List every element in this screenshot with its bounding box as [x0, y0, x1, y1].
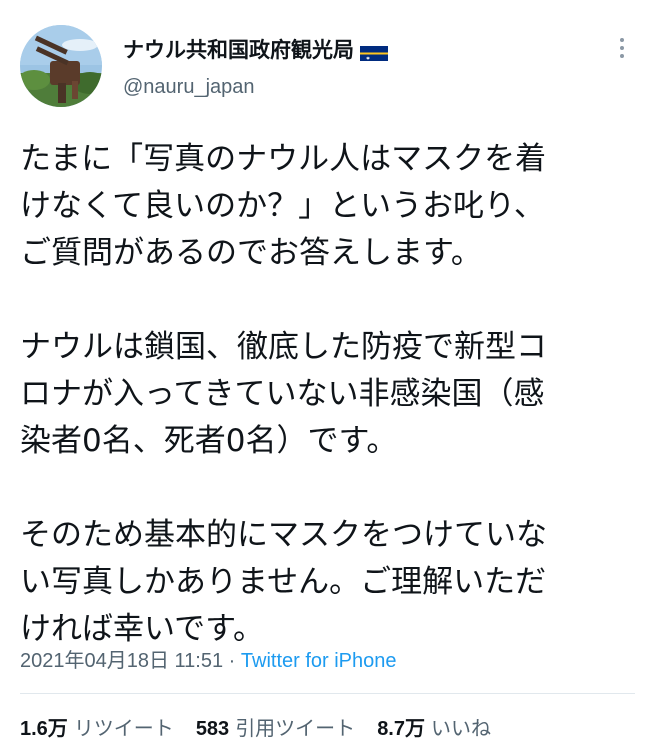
more-options-icon[interactable] [610, 38, 634, 66]
tweet-line: い写真しかありません。ご理解いただ [20, 564, 547, 600]
tweet-line: ご質問があるのでお答えします。 [20, 235, 482, 271]
likes-label: いいね [431, 716, 491, 740]
quotes-count: 583 [195, 718, 230, 740]
quotes-label: 引用ツイート [235, 716, 356, 740]
likes-count: 8.7万 [377, 718, 425, 740]
engagement-stats: 1.6万 リツイート 583 引用ツイート 8.7万 いいね [20, 712, 513, 741]
display-name-text: ナウル共和国政府観光局 [123, 38, 354, 62]
tweet-text: たまに「写真のナウル人はマスクを着 けなくて良いのか？」というお叱り、 ご質問が… [20, 136, 635, 653]
user-handle[interactable]: @nauru_japan [123, 76, 255, 99]
timestamp[interactable]: 2021年04月18日 11:51 [20, 650, 223, 672]
tweet-line: ロナが入ってきていない非感染国（感 [20, 376, 545, 412]
tweet-line: けなくて良いのか？」というお叱り、 [20, 188, 545, 224]
tweet-line: たまに「写真のナウル人はマスクを着 [20, 141, 547, 177]
avatar[interactable] [20, 25, 102, 107]
divider [20, 693, 635, 694]
retweets-label: リツイート [73, 716, 174, 740]
tweet-meta: 2021年04月18日 11:51 · Twitter for iPhone [20, 644, 397, 673]
nauru-flag-icon [360, 42, 388, 61]
tweet-line: そのため基本的にマスクをつけていな [20, 517, 547, 553]
source-link[interactable]: Twitter for iPhone [241, 650, 397, 672]
likes-stat[interactable]: 8.7万 いいね [377, 712, 491, 741]
retweets-stat[interactable]: 1.6万 リツイート [20, 712, 174, 741]
display-name[interactable]: ナウル共和国政府観光局 [123, 34, 388, 64]
tweet-line: ナウルは鎖国、徹底した防疫で新型コ [20, 329, 547, 365]
retweets-count: 1.6万 [20, 718, 68, 740]
avatar-photo-icon [20, 25, 102, 107]
tweet-card: ナウル共和国政府観光局 @nauru_japan たまに「写真のナウル人はマスク… [0, 0, 655, 753]
quotes-stat[interactable]: 583 引用ツイート [196, 712, 355, 741]
meta-separator: · [223, 650, 241, 672]
tweet-line: 染者0名、死者0名）です。 [20, 423, 398, 459]
